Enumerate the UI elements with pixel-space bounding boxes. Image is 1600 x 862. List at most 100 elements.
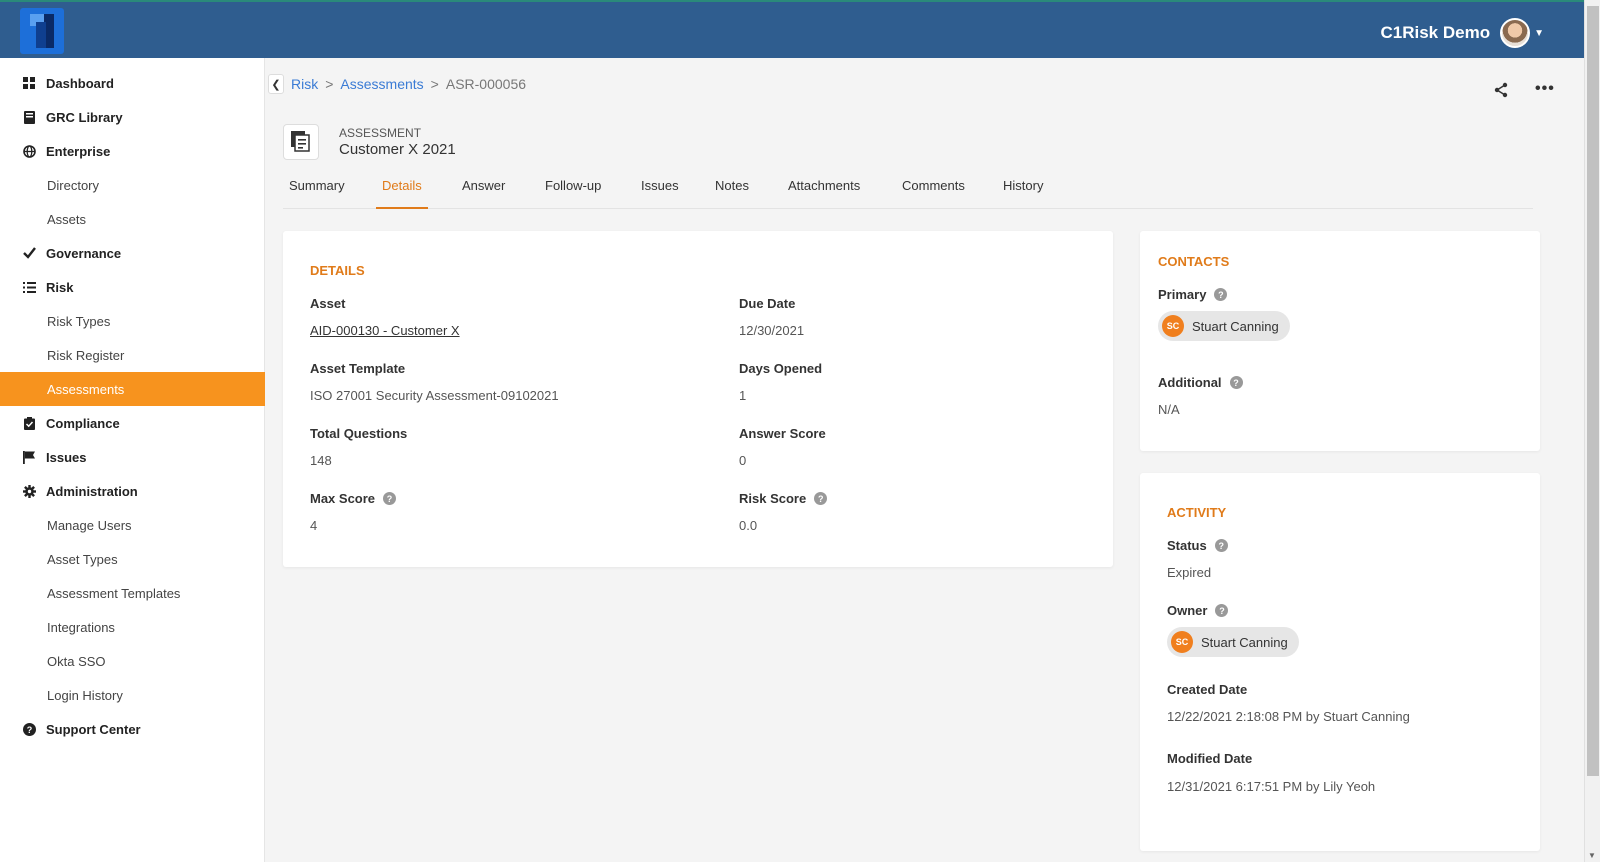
sidebar-item-grc-library[interactable]: GRC Library <box>0 100 265 134</box>
due-date-label: Due Date <box>739 296 796 311</box>
help-icon[interactable]: ? <box>1215 604 1229 617</box>
chevron-left-icon: ❮ <box>271 78 281 91</box>
dashboard-icon <box>22 76 36 90</box>
days-opened-value: 1 <box>739 388 747 403</box>
tab-notes[interactable]: Notes <box>709 178 755 209</box>
sidebar-item-okta-sso[interactable]: Okta SSO <box>0 644 265 678</box>
more-options-icon[interactable]: ••• <box>1535 80 1555 98</box>
owner-chip[interactable]: SC Stuart Canning <box>1167 627 1299 657</box>
breadcrumb-link-assessments[interactable]: Assessments <box>340 76 423 92</box>
sidebar: Dashboard GRC Library Enterprise Directo… <box>0 58 265 862</box>
risk-score-value: 0.0 <box>739 518 758 533</box>
breadcrumb-current: ASR-000056 <box>445 76 527 92</box>
sidebar-item-assessments[interactable]: Assessments <box>0 372 265 406</box>
activity-card: ACTIVITY Status? Expired Owner? SC Stuar… <box>1140 473 1540 851</box>
sidebar-item-enterprise[interactable]: Enterprise <box>0 134 265 168</box>
account-name: C1Risk Demo <box>1380 23 1491 42</box>
sidebar-item-assets[interactable]: Assets <box>0 202 265 236</box>
asset-label: Asset <box>310 296 346 311</box>
book-icon <box>22 110 36 124</box>
details-card: DETAILS Asset AID-000130 - Customer X Du… <box>283 231 1113 567</box>
sidebar-item-label: Dashboard <box>46 75 114 91</box>
sidebar-item-label: GRC Library <box>46 109 123 125</box>
tab-summary[interactable]: Summary <box>283 178 351 209</box>
caret-down-icon: ▼ <box>1534 27 1544 39</box>
modified-date-label: Modified Date <box>1167 751 1253 766</box>
status-label: Status? <box>1167 538 1228 553</box>
help-icon[interactable]: ? <box>383 492 397 505</box>
contacts-section-title: CONTACTS <box>1158 254 1230 269</box>
user-initials-avatar: SC <box>1171 631 1193 653</box>
sidebar-item-risk[interactable]: Risk <box>0 270 265 304</box>
max-score-value: 4 <box>310 518 318 533</box>
sidebar-item-dashboard[interactable]: Dashboard <box>0 66 265 100</box>
contacts-card: CONTACTS Primary? SC Stuart Canning Addi… <box>1140 231 1540 451</box>
sidebar-item-label: Okta SSO <box>47 653 106 669</box>
sidebar-item-login-history[interactable]: Login History <box>0 678 265 712</box>
answer-score-label: Answer Score <box>739 426 826 441</box>
sidebar-item-label: Assets <box>47 211 87 227</box>
sidebar-item-label: Assessment Templates <box>47 585 181 601</box>
tab-details[interactable]: Details <box>376 178 428 209</box>
page-scrollbar[interactable]: ▼ <box>1584 0 1600 862</box>
help-icon[interactable]: ? <box>1229 376 1243 389</box>
sidebar-item-label: Administration <box>46 483 138 499</box>
sidebar-item-assessment-templates[interactable]: Assessment Templates <box>0 576 265 610</box>
tab-answer[interactable]: Answer <box>456 178 511 209</box>
sidebar-item-governance[interactable]: Governance <box>0 236 265 270</box>
primary-contact-name: Stuart Canning <box>1192 318 1279 334</box>
sidebar-item-label: Directory <box>47 177 100 193</box>
sidebar-item-issues[interactable]: Issues <box>0 440 265 474</box>
sidebar-item-label: Enterprise <box>46 143 111 159</box>
days-opened-label: Days Opened <box>739 361 823 376</box>
due-date-value: 12/30/2021 <box>739 323 805 338</box>
sidebar-item-support-center[interactable]: ? Support Center <box>0 712 265 746</box>
tab-issues[interactable]: Issues <box>635 178 685 209</box>
svg-text:?: ? <box>26 725 32 735</box>
breadcrumb-link-risk[interactable]: Risk <box>291 76 318 92</box>
back-button[interactable]: ❮ <box>268 74 284 94</box>
answer-score-value: 0 <box>739 453 747 468</box>
primary-contact-label: Primary? <box>1158 287 1228 302</box>
tab-history[interactable]: History <box>997 178 1049 209</box>
record-type: ASSESSMENT <box>339 126 422 140</box>
asset-template-label: Asset Template <box>310 361 406 376</box>
primary-contact-chip[interactable]: SC Stuart Canning <box>1158 311 1290 341</box>
sidebar-item-directory[interactable]: Directory <box>0 168 265 202</box>
details-section-title: DETAILS <box>310 263 365 278</box>
owner-name: Stuart Canning <box>1201 634 1288 650</box>
sidebar-item-integrations[interactable]: Integrations <box>0 610 265 644</box>
sidebar-item-label: Integrations <box>47 619 115 635</box>
sidebar-item-label: Issues <box>46 449 87 465</box>
breadcrumb: Risk > Assessments > ASR-000056 <box>291 76 526 92</box>
asset-value: AID-000130 - Customer X <box>310 323 460 338</box>
scroll-down-icon[interactable]: ▼ <box>1588 851 1596 860</box>
sidebar-item-label: Compliance <box>46 415 120 431</box>
sidebar-item-label: Risk Types <box>47 313 111 329</box>
tab-comments[interactable]: Comments <box>896 178 971 209</box>
created-date-value: 12/22/2021 2:18:08 PM by Stuart Canning <box>1167 709 1410 724</box>
sidebar-item-administration[interactable]: Administration <box>0 474 265 508</box>
status-value: Expired <box>1167 565 1212 580</box>
sidebar-item-risk-types[interactable]: Risk Types <box>0 304 265 338</box>
account-menu[interactable]: C1Risk Demo ▼ <box>1380 18 1544 48</box>
record-name: Customer X 2021 <box>339 141 456 158</box>
tab-follow-up[interactable]: Follow-up <box>539 178 607 209</box>
help-icon[interactable]: ? <box>1214 288 1228 301</box>
scrollbar-thumb[interactable] <box>1587 6 1599 776</box>
tab-attachments[interactable]: Attachments <box>782 178 866 209</box>
user-avatar <box>1500 18 1531 48</box>
clipboard-check-icon <box>22 416 36 430</box>
breadcrumb-separator: > <box>325 76 334 92</box>
sidebar-item-asset-types[interactable]: Asset Types <box>0 542 265 576</box>
sidebar-item-risk-register[interactable]: Risk Register <box>0 338 265 372</box>
share-icon[interactable] <box>1493 82 1509 98</box>
asset-link[interactable]: AID-000130 - Customer X <box>310 323 460 338</box>
sidebar-item-manage-users[interactable]: Manage Users <box>0 508 265 542</box>
help-icon[interactable]: ? <box>1214 539 1228 552</box>
sidebar-item-compliance[interactable]: Compliance <box>0 406 265 440</box>
top-bar: C1Risk Demo ▼ <box>0 0 1584 58</box>
help-icon[interactable]: ? <box>814 492 828 505</box>
app-logo[interactable] <box>20 8 64 54</box>
question-circle-icon: ? <box>22 722 36 736</box>
